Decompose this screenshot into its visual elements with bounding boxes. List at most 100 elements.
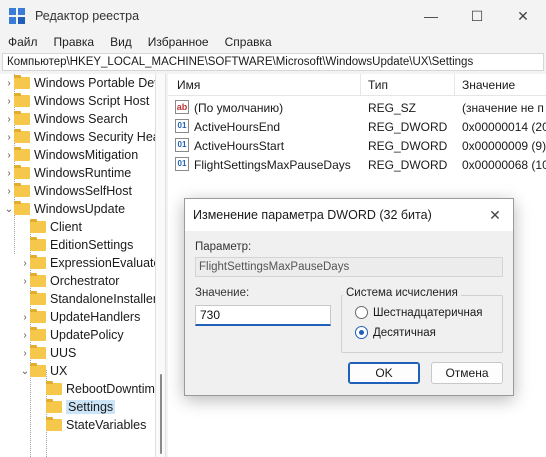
- title-bar: Редактор реестра — ☐ ✕: [0, 0, 546, 32]
- chevron-right-icon[interactable]: ›: [4, 146, 14, 164]
- chevron-right-icon[interactable]: ›: [20, 308, 30, 326]
- tree-item[interactable]: › Windows Security Hea: [4, 128, 156, 146]
- radix-decimal-option[interactable]: Десятичная: [355, 326, 436, 339]
- folder-icon: [14, 93, 30, 107]
- binary-value-icon: 01: [175, 119, 189, 133]
- minimize-button[interactable]: —: [408, 0, 454, 32]
- ok-button[interactable]: OK: [348, 362, 420, 384]
- radix-hex-label: Шестнадцатеричная: [373, 306, 483, 319]
- menu-edit[interactable]: Правка: [46, 35, 103, 49]
- chevron-right-icon[interactable]: ›: [4, 110, 14, 128]
- tree-item[interactable]: › UpdatePolicy: [20, 326, 124, 344]
- list-row[interactable]: 01 ActiveHoursStart REG_DWORD 0x00000009…: [168, 136, 546, 155]
- tree-item[interactable]: RebootDowntim: [36, 380, 155, 398]
- list-row[interactable]: 01 FlightSettingsMaxPauseDays REG_DWORD …: [168, 155, 546, 174]
- close-button[interactable]: ✕: [500, 0, 546, 32]
- scrollbar-thumb[interactable]: [160, 374, 162, 454]
- chevron-down-icon[interactable]: ⌄: [20, 362, 30, 380]
- binary-value-icon: 01: [175, 138, 189, 152]
- folder-icon: [14, 165, 30, 179]
- tree-item[interactable]: StandaloneInstaller: [20, 290, 156, 308]
- folder-icon: [30, 327, 46, 341]
- tree-item-label: UX: [50, 364, 68, 378]
- chevron-right-icon[interactable]: ›: [20, 272, 30, 290]
- folder-icon: [30, 345, 46, 359]
- tree-item[interactable]: ⌄ WindowsUpdate: [4, 200, 125, 218]
- radio-button[interactable]: [355, 306, 368, 319]
- chevron-right-icon[interactable]: ›: [4, 164, 14, 182]
- chevron-right-icon[interactable]: ›: [4, 182, 14, 200]
- folder-icon: [46, 417, 62, 431]
- tree-item[interactable]: › Orchestrator: [20, 272, 119, 290]
- tree-item[interactable]: › WindowsSelfHost: [4, 182, 132, 200]
- menu-favorites[interactable]: Избранное: [140, 35, 217, 49]
- dialog-title: Изменение параметра DWORD (32 бита): [193, 208, 432, 222]
- column-value-header[interactable]: Значение: [462, 78, 515, 92]
- tree-item[interactable]: › Windows Script Host: [4, 92, 149, 110]
- tree-item-label: StandaloneInstaller: [50, 292, 156, 306]
- chevron-right-icon[interactable]: ›: [4, 92, 14, 110]
- column-separator[interactable]: [454, 74, 455, 96]
- tree-item-label: WindowsSelfHost: [34, 184, 132, 198]
- menu-help[interactable]: Справка: [217, 35, 280, 49]
- tree-item-label: Orchestrator: [50, 274, 120, 288]
- tree-item-label: RebootDowntim: [66, 382, 155, 396]
- tree-item[interactable]: › UUS: [20, 344, 76, 362]
- tree-item[interactable]: › ExpressionEvaluato: [20, 254, 155, 272]
- column-separator[interactable]: [360, 74, 361, 96]
- value-type: REG_DWORD: [368, 139, 448, 153]
- list-row[interactable]: 01 ActiveHoursEnd REG_DWORD 0x00000014 (…: [168, 117, 546, 136]
- folder-icon: [30, 237, 46, 251]
- tree-item-label: UUS: [50, 346, 77, 360]
- folder-icon: [14, 75, 30, 89]
- tree-item-label: Windows Security Hea: [34, 130, 156, 144]
- tree-item-label: WindowsMitigation: [34, 148, 139, 162]
- folder-icon: [14, 147, 30, 161]
- value-data-input[interactable]: 730: [195, 305, 331, 326]
- tree-item[interactable]: › Windows Portable Dev: [4, 74, 156, 92]
- chevron-down-icon[interactable]: ⌄: [4, 200, 14, 218]
- value-type: REG_SZ: [368, 101, 417, 115]
- value-data: 0x00000014 (20): [462, 120, 546, 134]
- tree-item-selected[interactable]: Settings: [36, 398, 116, 416]
- tree-item[interactable]: › Windows Search: [4, 110, 128, 128]
- edit-dword-dialog: Изменение параметра DWORD (32 бита) ✕ Па…: [184, 198, 514, 396]
- tree-item[interactable]: EditionSettings: [20, 236, 133, 254]
- radix-hex-option[interactable]: Шестнадцатеричная: [355, 306, 482, 319]
- tree-item[interactable]: StateVariables: [36, 416, 146, 434]
- value-data: (значение не п: [462, 101, 544, 115]
- menu-file[interactable]: Файл: [0, 35, 46, 49]
- folder-icon: [30, 273, 46, 287]
- chevron-right-icon[interactable]: ›: [20, 326, 30, 344]
- dialog-title-bar: Изменение параметра DWORD (32 бита) ✕: [185, 199, 513, 231]
- chevron-right-icon[interactable]: ›: [20, 254, 30, 272]
- tree-item[interactable]: Client: [20, 218, 82, 236]
- chevron-right-icon[interactable]: ›: [20, 344, 30, 362]
- folder-icon: [30, 255, 46, 269]
- column-type-header[interactable]: Тип: [368, 78, 388, 92]
- chevron-right-icon[interactable]: ›: [4, 74, 14, 92]
- dialog-close-icon[interactable]: ✕: [485, 205, 505, 225]
- registry-tree[interactable]: › Windows Portable Dev › Windows Script Ho…: [0, 74, 156, 457]
- list-row[interactable]: ab (По умолчанию) REG_SZ (значение не п: [168, 98, 546, 117]
- chevron-right-icon[interactable]: ›: [4, 128, 14, 146]
- param-label: Параметр:: [195, 241, 252, 253]
- tree-item[interactable]: ⌄ UX: [20, 362, 67, 380]
- column-name-header[interactable]: Имя: [177, 78, 200, 92]
- address-bar[interactable]: Компьютер\HKEY_LOCAL_MACHINE\SOFTWARE\Mi…: [2, 53, 544, 71]
- radio-button-checked[interactable]: [355, 326, 368, 339]
- value-data: 0x00000009 (9): [462, 139, 546, 153]
- maximize-button[interactable]: ☐: [454, 0, 500, 32]
- tree-item-label: Windows Script Host: [34, 94, 150, 108]
- window-title: Редактор реестра: [35, 9, 140, 23]
- tree-item-label: UpdatePolicy: [50, 328, 124, 342]
- tree-item[interactable]: › WindowsRuntime: [4, 164, 131, 182]
- tree-scrollbar[interactable]: [156, 74, 166, 457]
- tree-item[interactable]: › UpdateHandlers: [20, 308, 140, 326]
- tree-item[interactable]: › WindowsMitigation: [4, 146, 138, 164]
- tree-item-label: Windows Portable Dev: [34, 76, 156, 90]
- menu-view[interactable]: Вид: [102, 35, 140, 49]
- cancel-button[interactable]: Отмена: [431, 362, 503, 384]
- folder-icon: [30, 219, 46, 233]
- value-name: FlightSettingsMaxPauseDays: [194, 158, 351, 172]
